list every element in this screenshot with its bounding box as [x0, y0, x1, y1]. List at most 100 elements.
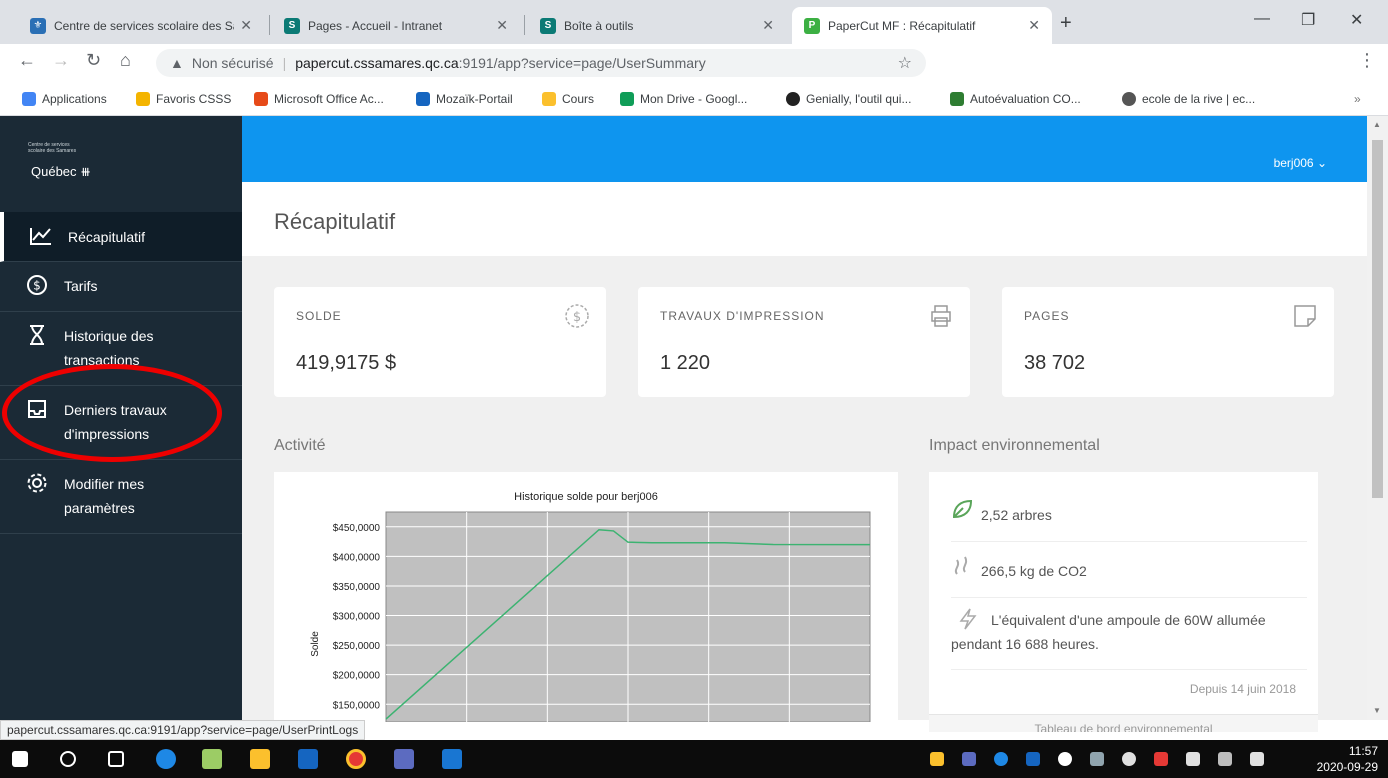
scroll-down-icon[interactable]: ▼	[1373, 706, 1381, 715]
tray-icon[interactable]	[1154, 752, 1168, 766]
window-close-icon[interactable]: ✕	[1350, 10, 1363, 30]
file-explorer-icon[interactable]	[250, 749, 270, 769]
environment-card: 2,52 arbres 266,5 kg de CO2 L'équivalent…	[929, 472, 1318, 732]
chart-y-tick-label: $350,0000	[333, 582, 381, 593]
svg-text:$: $	[573, 310, 581, 325]
sidebar-item-tarifs[interactable]: $ Tarifs	[0, 262, 242, 312]
volume-muted-icon[interactable]	[1250, 752, 1264, 766]
wifi-tray-icon[interactable]	[1218, 752, 1232, 766]
browser-tab[interactable]: S Pages - Accueil - Intranet ✕	[272, 7, 520, 44]
bookmark-item[interactable]: Microsoft Office Ac...	[254, 92, 384, 106]
bookmark-item[interactable]: Mozaïk-Portail	[416, 92, 513, 106]
bookmark-item[interactable]: Mon Drive - Googl...	[620, 92, 747, 106]
tray-icon[interactable]	[1058, 752, 1072, 766]
chart-title: Historique solde pour berj006	[514, 491, 658, 503]
page-scrollbar[interactable]: ▲ ▼	[1367, 116, 1388, 720]
home-icon[interactable]: ⌂	[120, 50, 131, 71]
keyboard-tray-icon[interactable]	[1186, 752, 1200, 766]
bookmark-label: Genially, l'outil qui...	[806, 92, 912, 106]
new-tab-icon[interactable]: +	[1060, 12, 1072, 35]
teams-icon[interactable]	[394, 749, 414, 769]
outlook-tray-icon[interactable]	[1026, 752, 1040, 766]
minimize-icon[interactable]: —	[1254, 10, 1270, 28]
user-menu[interactable]: berj006 ⌄	[1274, 156, 1327, 170]
globe-icon	[1122, 92, 1136, 106]
env-co2: 266,5 kg de CO2	[981, 563, 1087, 579]
card-value: 38 702	[1024, 352, 1086, 374]
papercut-icon: P	[804, 17, 820, 34]
tray-icon[interactable]	[1090, 752, 1104, 766]
close-tab-icon[interactable]: ✕	[496, 17, 508, 34]
pages-card: PAGES 38 702	[1002, 287, 1334, 397]
onedrive-tray-icon[interactable]	[994, 752, 1008, 766]
apps-icon	[22, 92, 36, 106]
bookmarks-bar: Applications Favoris CSSS Microsoft Offi…	[0, 82, 1388, 116]
main-content: SOLDE 419,9175 $ $ TRAVAUX D'IMPRESSION …	[242, 256, 1367, 732]
logo-text: Québec	[31, 164, 77, 179]
task-view-icon[interactable]	[108, 751, 124, 767]
word-icon[interactable]	[442, 749, 462, 769]
edge-icon[interactable]	[156, 749, 176, 769]
fleurdelise-icon: ⧻	[80, 164, 92, 179]
outlook-icon[interactable]	[298, 749, 318, 769]
chevron-down-icon: ⌄	[1316, 156, 1327, 170]
windows-start-icon[interactable]	[12, 751, 28, 767]
taskbar: 11:57 2020-09-29	[0, 740, 1388, 778]
bookmark-item[interactable]: Applications	[22, 92, 107, 106]
address-bar[interactable]: ▲ Non sécurisé | papercut.cssamares.qc.c…	[156, 49, 926, 77]
menu-icon[interactable]: ⋮	[1358, 50, 1376, 71]
close-tab-icon[interactable]: ✕	[240, 17, 252, 34]
tab-title: PaperCut MF : Récapitulatif	[828, 18, 976, 33]
forward-icon[interactable]: →	[52, 50, 70, 71]
environment-title: Impact environnemental	[929, 437, 1100, 454]
bookmark-item[interactable]: ecole de la rive | ec...	[1122, 92, 1255, 106]
tab-divider	[269, 15, 270, 35]
browser-tab[interactable]: S Boîte à outils ✕	[528, 7, 786, 44]
bookmark-label: Mon Drive - Googl...	[640, 92, 748, 106]
chart-y-tick-label: $300,0000	[333, 612, 381, 623]
page-header: Récapitulatif	[242, 182, 1367, 256]
taskbar-clock[interactable]: 11:57 2020-09-29	[1317, 743, 1378, 775]
env-since: Depuis 14 juin 2018	[1189, 682, 1296, 696]
back-icon[interactable]: ←	[18, 50, 36, 71]
bookmark-item[interactable]: Favoris CSSS	[136, 92, 231, 106]
office-icon	[254, 92, 268, 106]
scrollbar-thumb[interactable]	[1372, 140, 1383, 498]
status-url: papercut.cssamares.qc.ca:9191/app?servic…	[0, 720, 366, 740]
browser-tab-active[interactable]: P PaperCut MF : Récapitulatif ✕	[792, 7, 1052, 44]
red-highlight-circle	[2, 364, 222, 462]
bookmark-label: Cours	[562, 92, 595, 106]
logo[interactable]: Centre de services scolaire des Samares …	[28, 142, 138, 182]
restore-icon[interactable]: ❐	[1301, 10, 1315, 30]
chart-y-tick-label: $400,0000	[333, 552, 381, 563]
chrome-icon[interactable]	[346, 749, 366, 769]
bookmark-item[interactable]: Cours	[542, 92, 594, 106]
search-icon[interactable]	[60, 751, 76, 767]
reload-icon[interactable]: ↻	[86, 50, 101, 71]
close-tab-icon[interactable]: ✕	[762, 17, 774, 34]
genially-icon	[786, 92, 800, 106]
sidebar-item-recapitulatif[interactable]: Récapitulatif	[0, 212, 242, 262]
bookmark-star-icon[interactable]: ☆	[898, 53, 912, 73]
mail-tray-icon[interactable]	[930, 752, 944, 766]
classroom-icon	[542, 92, 556, 106]
env-trees-row: 2,52 arbres	[951, 498, 1307, 542]
more-bookmarks-icon[interactable]: »	[1354, 92, 1361, 106]
teams-tray-icon[interactable]	[962, 752, 976, 766]
logo-wordmark: Québec ⧻	[31, 164, 91, 180]
network-tray-icon[interactable]	[1122, 752, 1136, 766]
top-header: berj006 ⌄	[242, 116, 1367, 182]
bookmark-item[interactable]: Genially, l'outil qui...	[786, 92, 911, 106]
env-bulb: L'équivalent d'une ampoule de 60W allumé…	[951, 612, 1266, 652]
close-tab-icon[interactable]: ✕	[1028, 17, 1040, 34]
sidebar-item-label: Tarifs	[64, 278, 98, 294]
sharepoint-icon: S	[540, 17, 556, 34]
bookmark-item[interactable]: Autoévaluation CO...	[950, 92, 1081, 106]
env-dashboard-link[interactable]: Tableau de bord environnemental	[929, 714, 1318, 732]
chart-y-tick-label: $200,0000	[333, 671, 381, 682]
app-icon[interactable]	[202, 749, 222, 769]
sidebar-item-parametres[interactable]: Modifier mes paramètres	[0, 460, 242, 534]
browser-tab[interactable]: ⚜ Centre de services scolaire des Sa ✕	[18, 7, 264, 44]
printer-icon	[928, 303, 954, 329]
scroll-up-icon[interactable]: ▲	[1373, 120, 1381, 129]
